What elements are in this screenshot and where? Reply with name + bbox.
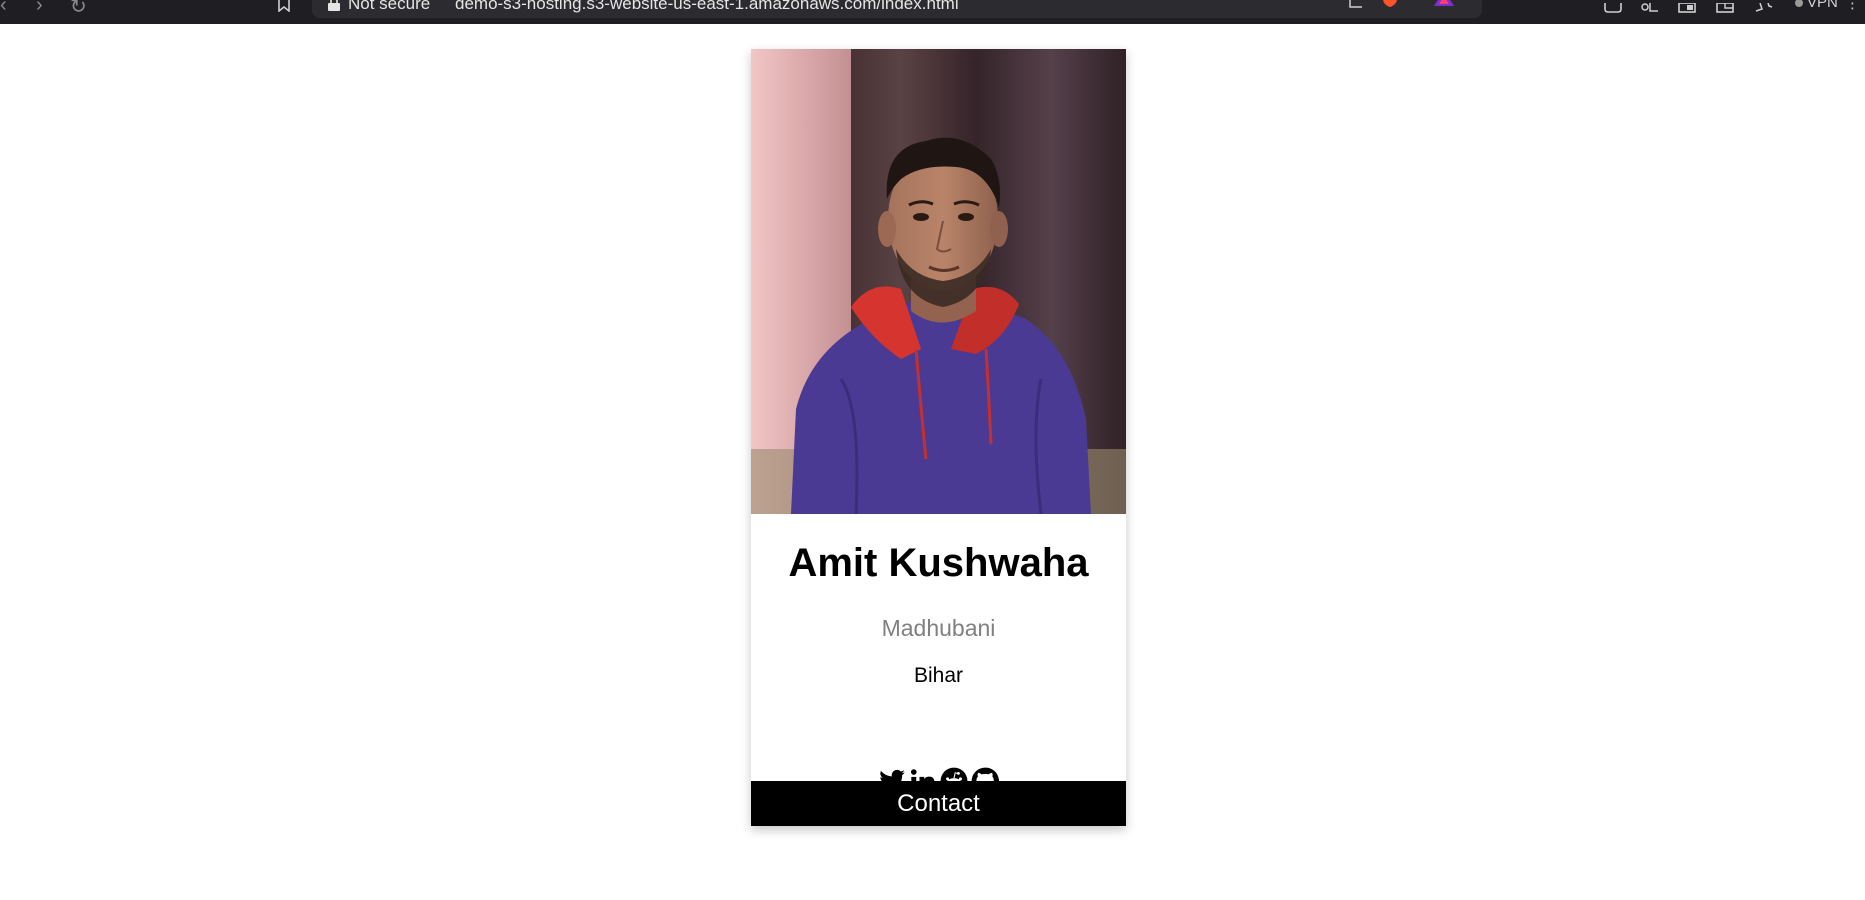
profile-photo [751, 49, 1126, 514]
sidebar-icon[interactable] [1603, 0, 1623, 18]
reload-icon[interactable]: ↻ [70, 0, 87, 19]
profile-card: Amit Kushwaha Madhubani Bihar Contact [751, 49, 1126, 826]
leo-ai-icon[interactable] [1754, 0, 1774, 18]
address-bar[interactable]: Not secure demo-s3-hosting.s3-website-us… [312, 0, 1482, 18]
extensions-icon[interactable] [1640, 0, 1660, 18]
wallet-icon[interactable] [1678, 0, 1696, 18]
forward-icon[interactable]: › [36, 0, 43, 17]
vpn-status-icon [1795, 0, 1803, 7]
profile-state: Bihar [913, 664, 964, 687]
security-warning-icon[interactable] [326, 0, 342, 16]
share-icon[interactable] [1348, 0, 1366, 14]
tab-icon[interactable] [1716, 0, 1734, 18]
profile-city: Madhubani [881, 615, 996, 641]
menu-icon[interactable]: ⋮ [1845, 0, 1860, 12]
brave-shields-icon[interactable] [1380, 0, 1400, 13]
brave-rewards-icon[interactable] [1432, 0, 1456, 13]
url-text[interactable]: demo-s3-hosting.s3-website-us-east-1.ama… [455, 0, 959, 14]
back-icon[interactable]: ‹ [0, 0, 7, 17]
contact-button[interactable]: Contact [751, 781, 1126, 826]
bookmark-icon[interactable] [276, 0, 292, 17]
browser-toolbar: ‹ › ↻ Not secure demo-s3-hosting.s3-webs… [0, 0, 1865, 24]
vpn-label: VPN [1807, 0, 1838, 11]
security-label[interactable]: Not secure [348, 0, 430, 14]
vpn-button[interactable]: VPN [1795, 0, 1838, 11]
profile-name: Amit Kushwaha [788, 541, 1089, 585]
